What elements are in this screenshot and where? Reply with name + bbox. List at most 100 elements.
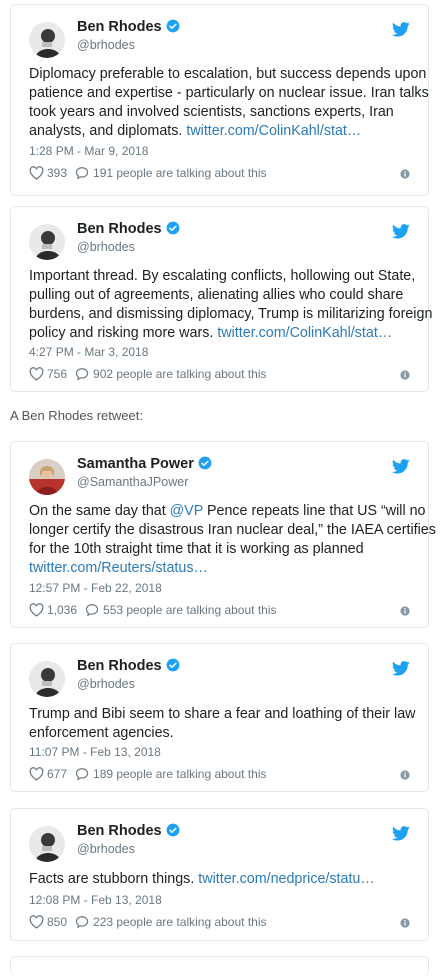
tweet-text-line: Facts are stubborn things. xyxy=(29,871,199,887)
tweet-card[interactable] xyxy=(10,956,429,976)
avatar[interactable] xyxy=(29,459,65,495)
talking-count: 191 people are talking about this xyxy=(93,166,267,180)
tweet-actions: 393 191 people are talking about this xyxy=(29,166,267,180)
author-handle[interactable]: @brhodes xyxy=(77,842,135,856)
tweet-link[interactable]: twitter.com/nedprice/statu… xyxy=(198,871,374,887)
tweet-text-line: for the 10th straight time that it is wo… xyxy=(29,541,364,557)
reply-button[interactable]: 902 people are talking about this xyxy=(75,367,267,381)
like-button[interactable]: 850 xyxy=(29,915,67,929)
tweet-timestamp[interactable]: 4:27 PM - Mar 3, 2018 xyxy=(29,345,148,359)
speech-bubble-icon xyxy=(85,604,99,617)
like-button[interactable]: 1,036 xyxy=(29,603,77,617)
author-handle[interactable]: @brhodes xyxy=(77,677,135,691)
tweet-link[interactable]: twitter.com/Reuters/status… xyxy=(29,560,208,576)
tweet-timestamp[interactable]: 12:57 PM - Feb 22, 2018 xyxy=(29,581,162,595)
tweet-actions: 677 189 people are talking about this xyxy=(29,767,267,781)
tweet-text-line: Trump and Bibi seem to share a fear and … xyxy=(29,706,416,722)
author-name[interactable]: Ben Rhodes xyxy=(77,221,180,237)
like-button[interactable]: 393 xyxy=(29,166,67,180)
tweet-card[interactable]: Ben Rhodes @brhodes Facts are stubborn t… xyxy=(10,808,429,941)
info-icon[interactable] xyxy=(400,169,410,179)
tweet-text-line: enforcement agencies. xyxy=(29,725,174,741)
mention-link[interactable]: @VP xyxy=(170,503,203,519)
tweet-card[interactable]: Samantha Power @SamanthaJPower On the sa… xyxy=(10,441,436,628)
talking-count: 189 people are talking about this xyxy=(93,767,267,781)
tweet-text-line: burdens, and dismissing diplomacy, Trump… xyxy=(29,306,433,322)
avatar[interactable] xyxy=(29,661,65,697)
heart-icon xyxy=(29,603,44,617)
tweet-text-line: policy and risking more wars. xyxy=(29,325,218,341)
twitter-bird-icon[interactable] xyxy=(392,224,410,239)
author-name[interactable]: Samantha Power xyxy=(77,456,212,472)
reply-button[interactable]: 553 people are talking about this xyxy=(85,603,277,617)
talking-count: 902 people are talking about this xyxy=(93,367,267,381)
verified-badge-icon xyxy=(166,221,180,235)
like-count: 677 xyxy=(47,767,68,781)
tweet-card[interactable]: Ben Rhodes @brhodes Important thread. By… xyxy=(10,206,433,392)
author-name[interactable]: Ben Rhodes xyxy=(77,823,180,839)
heart-icon xyxy=(29,367,44,381)
tweet-text: On the same day that @VP Pence repeats l… xyxy=(29,502,436,578)
tweet-card[interactable]: Ben Rhodes @brhodes Trump and Bibi seem … xyxy=(10,643,429,792)
like-button[interactable]: 677 xyxy=(29,767,67,781)
info-icon[interactable] xyxy=(400,770,410,780)
tweet-actions: 756 902 people are talking about this xyxy=(29,367,267,381)
avatar[interactable] xyxy=(29,826,65,862)
like-button[interactable]: 756 xyxy=(29,367,67,381)
talking-count: 223 people are talking about this xyxy=(93,915,267,929)
tweet-link[interactable]: twitter.com/ColinKahl/stat… xyxy=(217,325,392,341)
tweet-text-line: pulling out of agreements, alienating al… xyxy=(29,287,404,303)
tweet-text-line: Pence repeats line that US “will no xyxy=(203,503,426,519)
info-icon[interactable] xyxy=(400,370,410,380)
info-icon[interactable] xyxy=(400,918,410,928)
tweet-card[interactable]: Ben Rhodes @brhodes Diplomacy preferable… xyxy=(10,4,429,196)
twitter-bird-icon[interactable] xyxy=(392,459,410,474)
heart-icon xyxy=(29,767,44,781)
like-count: 756 xyxy=(47,367,68,381)
tweet-actions: 850 223 people are talking about this xyxy=(29,915,267,929)
reply-button[interactable]: 191 people are talking about this xyxy=(75,166,267,180)
tweet-text-line: patience and expertise - particularly on… xyxy=(29,85,429,101)
info-icon[interactable] xyxy=(400,606,410,616)
twitter-bird-icon[interactable] xyxy=(392,826,410,841)
heart-icon xyxy=(29,915,44,929)
tweet-timestamp[interactable]: 1:28 PM - Mar 9, 2018 xyxy=(29,144,148,158)
tweet-text: Facts are stubborn things. twitter.com/n… xyxy=(29,870,417,889)
speech-bubble-icon xyxy=(75,167,89,180)
talking-count: 553 people are talking about this xyxy=(103,603,277,617)
tweet-text-line: Important thread. By escalating conflict… xyxy=(29,268,416,284)
author-handle[interactable]: @brhodes xyxy=(77,240,135,254)
verified-badge-icon xyxy=(198,456,212,470)
author-handle[interactable]: @brhodes xyxy=(77,38,135,52)
speech-bubble-icon xyxy=(75,768,89,781)
tweet-text-line: Diplomacy preferable to escalation, but … xyxy=(29,66,427,82)
tweet-text-line: analysts, and diplomats. xyxy=(29,123,187,139)
verified-badge-icon xyxy=(166,658,180,672)
speech-bubble-icon xyxy=(75,368,89,381)
tweet-timestamp[interactable]: 11:07 PM - Feb 13, 2018 xyxy=(29,745,161,759)
heart-icon xyxy=(29,166,44,180)
reply-button[interactable]: 223 people are talking about this xyxy=(75,915,267,929)
tweet-text-line: On the same day that xyxy=(29,503,170,519)
tweet-text-line: longer certify the disastrous Iran nucle… xyxy=(29,522,436,538)
author-name[interactable]: Ben Rhodes xyxy=(77,19,180,35)
author-handle[interactable]: @SamanthaJPower xyxy=(77,475,188,489)
retweet-label: A Ben Rhodes retweet: xyxy=(10,408,143,423)
avatar[interactable] xyxy=(29,224,65,260)
like-count: 1,036 xyxy=(47,603,78,617)
twitter-bird-icon[interactable] xyxy=(392,22,410,37)
tweet-text-line: took years and involved scientists, sanc… xyxy=(29,104,394,120)
twitter-bird-icon[interactable] xyxy=(392,661,410,676)
tweet-text: Diplomacy preferable to escalation, but … xyxy=(29,65,429,141)
verified-badge-icon xyxy=(166,823,180,837)
tweet-text: Trump and Bibi seem to share a fear and … xyxy=(29,705,417,743)
tweet-actions: 1,036 553 people are talking about this xyxy=(29,603,277,617)
verified-badge-icon xyxy=(166,19,180,33)
tweet-timestamp[interactable]: 12:08 PM - Feb 13, 2018 xyxy=(29,893,162,907)
like-count: 393 xyxy=(47,166,68,180)
like-count: 850 xyxy=(47,915,68,929)
tweet-link[interactable]: twitter.com/ColinKahl/stat… xyxy=(186,123,361,139)
reply-button[interactable]: 189 people are talking about this xyxy=(75,767,267,781)
author-name[interactable]: Ben Rhodes xyxy=(77,658,180,674)
avatar[interactable] xyxy=(29,22,65,58)
